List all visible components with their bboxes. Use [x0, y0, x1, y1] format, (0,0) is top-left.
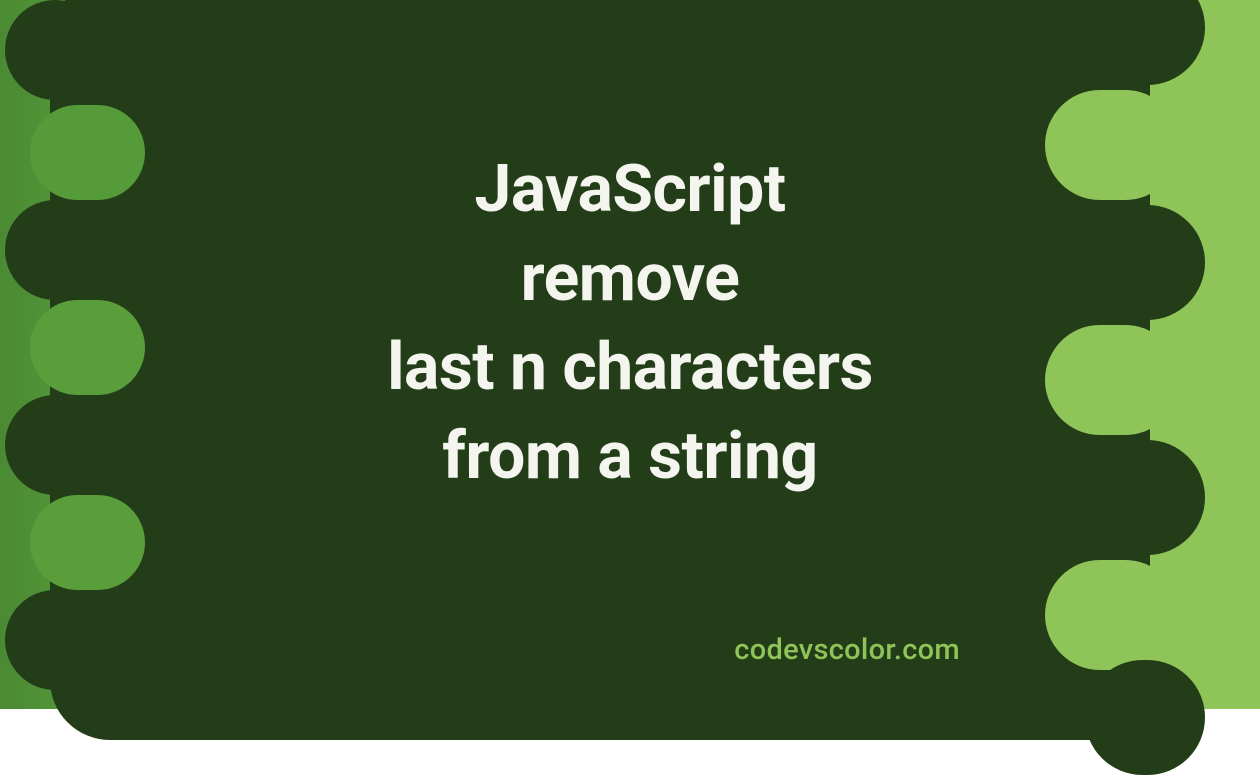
blob-bump	[1085, 205, 1205, 320]
blob-bump	[5, 200, 105, 300]
blob-bump	[1085, 660, 1205, 775]
title-line-1: JavaScript	[474, 151, 785, 228]
title-line-2: remove	[521, 240, 740, 317]
title-line-4: from a string	[442, 418, 817, 495]
blob-bump	[5, 0, 105, 100]
blob-bump	[5, 395, 105, 495]
blob-notch	[1045, 560, 1180, 670]
banner-title: JavaScript remove last n characters from…	[180, 145, 1080, 501]
blob-notch	[30, 105, 145, 200]
blob-bump	[5, 590, 105, 690]
blob-notch	[30, 300, 145, 395]
title-line-3: last n characters	[387, 329, 873, 406]
blob-notch	[30, 495, 145, 590]
banner-canvas: JavaScript remove last n characters from…	[0, 0, 1260, 709]
blob-bump	[1085, 440, 1205, 555]
site-watermark: codevscolor.com	[734, 633, 960, 667]
